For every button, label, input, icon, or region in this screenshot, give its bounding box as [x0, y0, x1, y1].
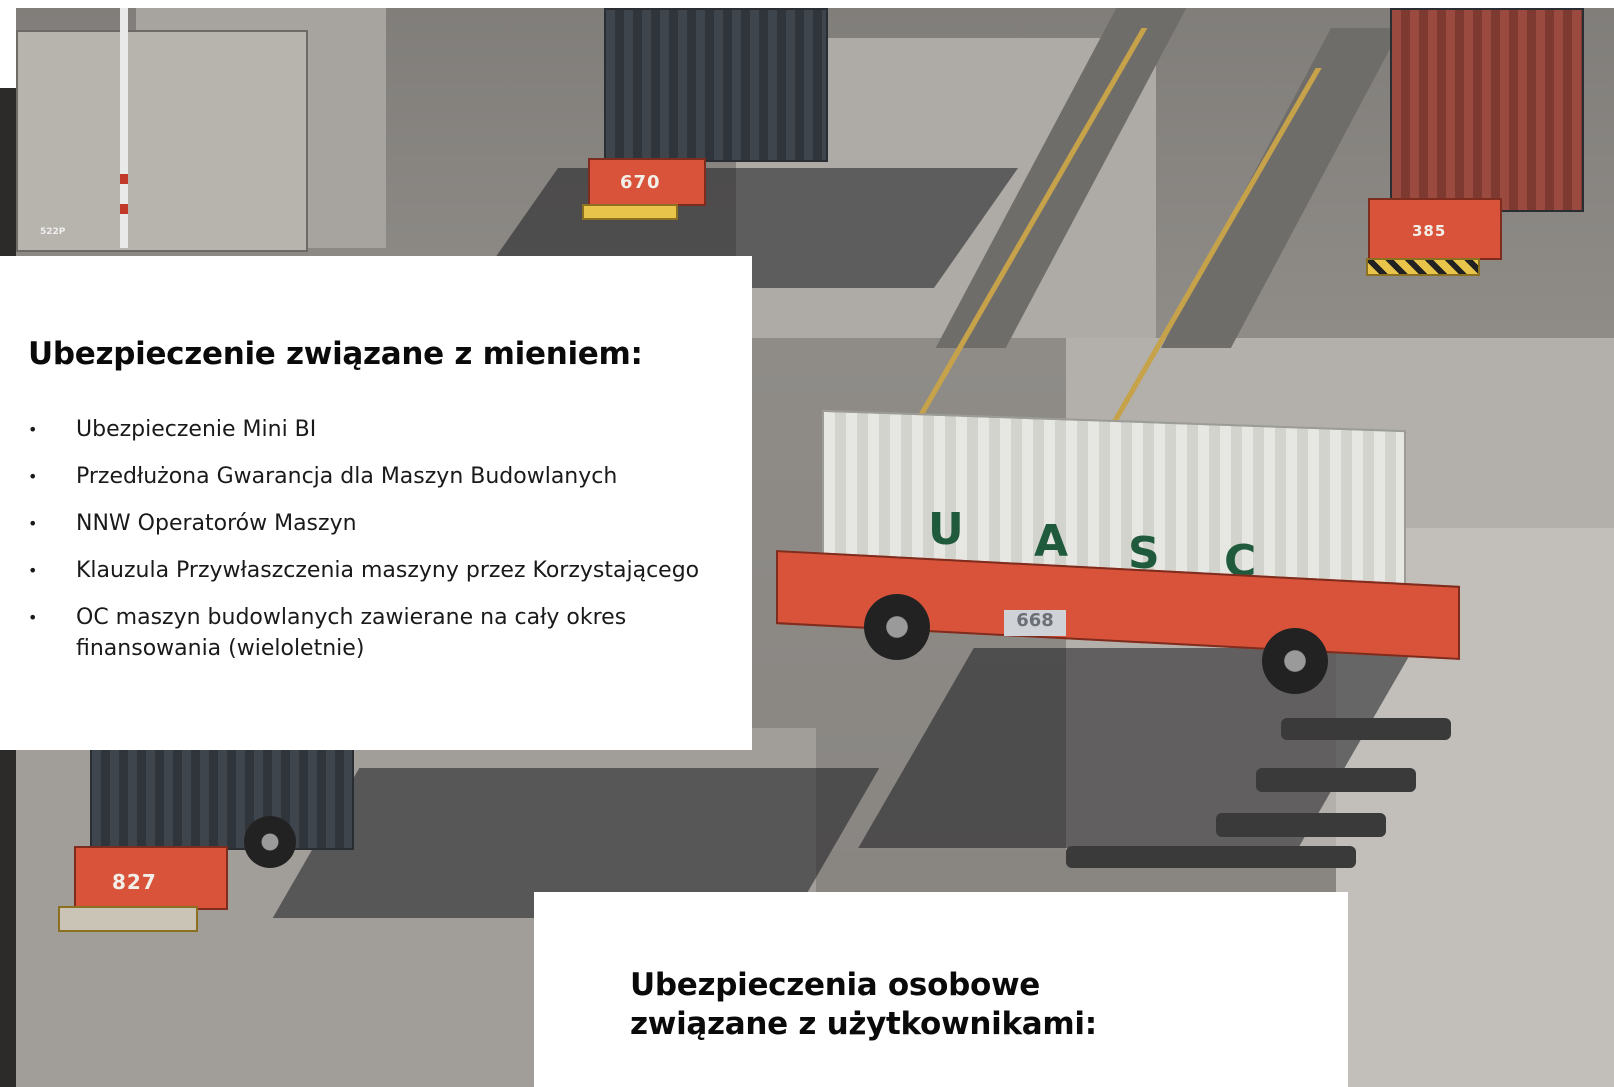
pavement-patch: [1281, 718, 1451, 740]
shipping-container: [604, 8, 828, 162]
property-insurance-list: • Ubezpieczenie Mini BI • Przedłużona Gw…: [28, 414, 748, 680]
bullet-dot-icon: •: [28, 467, 38, 486]
pavement-patch: [1066, 846, 1356, 868]
pavement-patch: [1216, 813, 1386, 837]
list-item: • Przedłużona Gwarancja dla Maszyn Budow…: [28, 461, 748, 492]
personal-insurance-panel: Ubezpieczenia osobowe związane z użytkow…: [534, 892, 1348, 1087]
vehicle-number: 668: [1004, 610, 1066, 636]
property-insurance-title: Ubezpieczenie związane z mieniem:: [28, 336, 643, 372]
container-letter: U: [928, 504, 964, 555]
list-item: • Ubezpieczenie Mini BI: [28, 414, 748, 445]
shipping-container: [1390, 8, 1584, 212]
list-item: • NNW Operatorów Maszyn: [28, 508, 748, 539]
bullet-dot-icon: •: [28, 420, 38, 439]
vehicle-platform: [582, 204, 678, 220]
bullet-dot-icon: •: [28, 561, 38, 580]
slide: 522P 670 385 U A S C 668 827 Ubezpieczen…: [0, 0, 1614, 1087]
vehicle-number: 670: [620, 172, 661, 193]
gravel-bed: [1160, 28, 1402, 348]
vehicle-number: 385: [1412, 222, 1447, 240]
pavement-patch: [1256, 768, 1416, 792]
wheel: [864, 594, 930, 660]
property-insurance-panel: Ubezpieczenie związane z mieniem: • Ubez…: [0, 256, 752, 750]
vehicle-number: 827: [112, 870, 157, 894]
vehicle-platform: [58, 906, 198, 932]
personal-insurance-title-line1: Ubezpieczenia osobowe: [630, 967, 1041, 1003]
pole-band: [120, 204, 128, 214]
list-item-text: Ubezpieczenie Mini BI: [76, 417, 317, 442]
building-label: 522P: [40, 227, 66, 237]
bullet-dot-icon: •: [28, 608, 38, 627]
list-item-text-continued: finansowania (wieloletnie): [76, 636, 365, 661]
white-margin: [0, 0, 16, 88]
list-item-text: Klauzula Przywłaszczenia maszyny przez K…: [76, 558, 700, 583]
wheel: [1262, 628, 1328, 694]
personal-insurance-title: Ubezpieczenia osobowe związane z użytkow…: [630, 966, 1097, 1044]
list-item: • OC maszyn budowlanych zawierane na cał…: [28, 602, 748, 664]
warehouse-building: [16, 30, 308, 252]
list-item-text: Przedłużona Gwarancja dla Maszyn Budowla…: [76, 464, 618, 489]
vehicle-platform: [1366, 258, 1480, 276]
list-item-text: OC maszyn budowlanych zawierane na cały …: [76, 605, 627, 630]
wheel: [244, 816, 296, 868]
list-item-text: NNW Operatorów Maszyn: [76, 511, 357, 536]
container-letter: A: [1034, 516, 1069, 567]
bullet-dot-icon: •: [28, 514, 38, 533]
pole-band: [120, 174, 128, 184]
list-item: • Klauzula Przywłaszczenia maszyny przez…: [28, 555, 748, 586]
personal-insurance-title-line2: związane z użytkownikami:: [630, 1006, 1097, 1042]
